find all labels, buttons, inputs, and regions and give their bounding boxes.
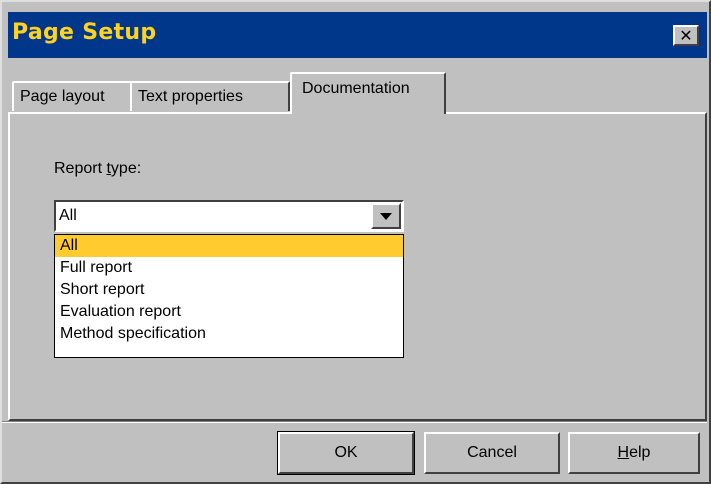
close-icon: ✕ bbox=[679, 25, 693, 45]
list-item[interactable]: Full report bbox=[55, 257, 403, 279]
cancel-button[interactable]: Cancel bbox=[424, 432, 560, 474]
tab-documentation[interactable]: Documentation bbox=[290, 72, 446, 114]
ok-button[interactable]: OK bbox=[277, 431, 415, 475]
list-item[interactable]: All bbox=[55, 235, 403, 257]
window-title: Page Setup bbox=[12, 20, 157, 45]
help-button[interactable]: Help bbox=[568, 432, 700, 474]
close-button[interactable]: ✕ bbox=[673, 25, 699, 46]
report-type-dropdown-list[interactable]: All Full report Short report Evaluation … bbox=[54, 234, 404, 358]
title-bar[interactable]: Page Setup ✕ bbox=[8, 12, 707, 58]
help-button-label: Help bbox=[618, 444, 651, 462]
ok-button-label: OK bbox=[334, 444, 358, 461]
footer-divider bbox=[2, 421, 707, 423]
list-item[interactable]: Evaluation report bbox=[55, 301, 403, 323]
tab-label: Documentation bbox=[302, 80, 410, 97]
list-item[interactable]: Short report bbox=[55, 279, 403, 301]
tab-label: Page layout bbox=[20, 88, 105, 105]
help-mnemonic: H bbox=[617, 444, 630, 461]
tab-page-layout[interactable]: Page layout bbox=[12, 81, 132, 111]
help-label-rest: elp bbox=[629, 444, 651, 461]
cancel-button-label: Cancel bbox=[467, 444, 517, 461]
list-item[interactable]: Method specification bbox=[55, 323, 403, 345]
tab-text-properties[interactable]: Text properties bbox=[130, 81, 290, 111]
tab-label: Text properties bbox=[138, 88, 243, 105]
